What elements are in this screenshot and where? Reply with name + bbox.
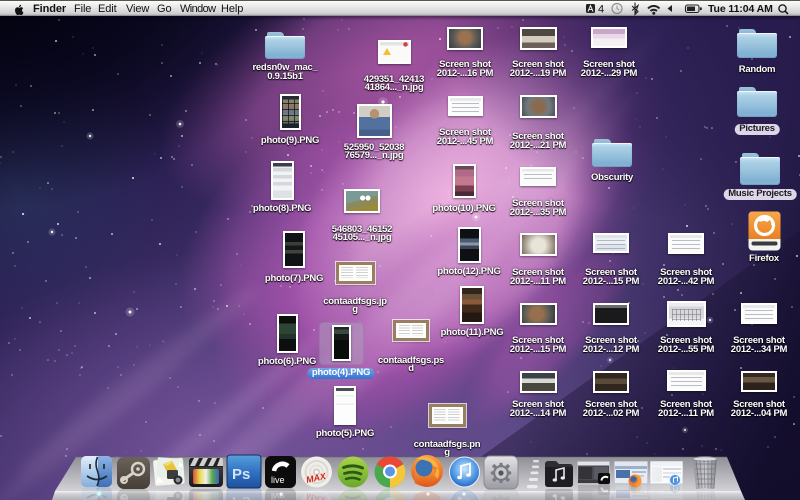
svg-text:4: 4 (598, 4, 604, 16)
